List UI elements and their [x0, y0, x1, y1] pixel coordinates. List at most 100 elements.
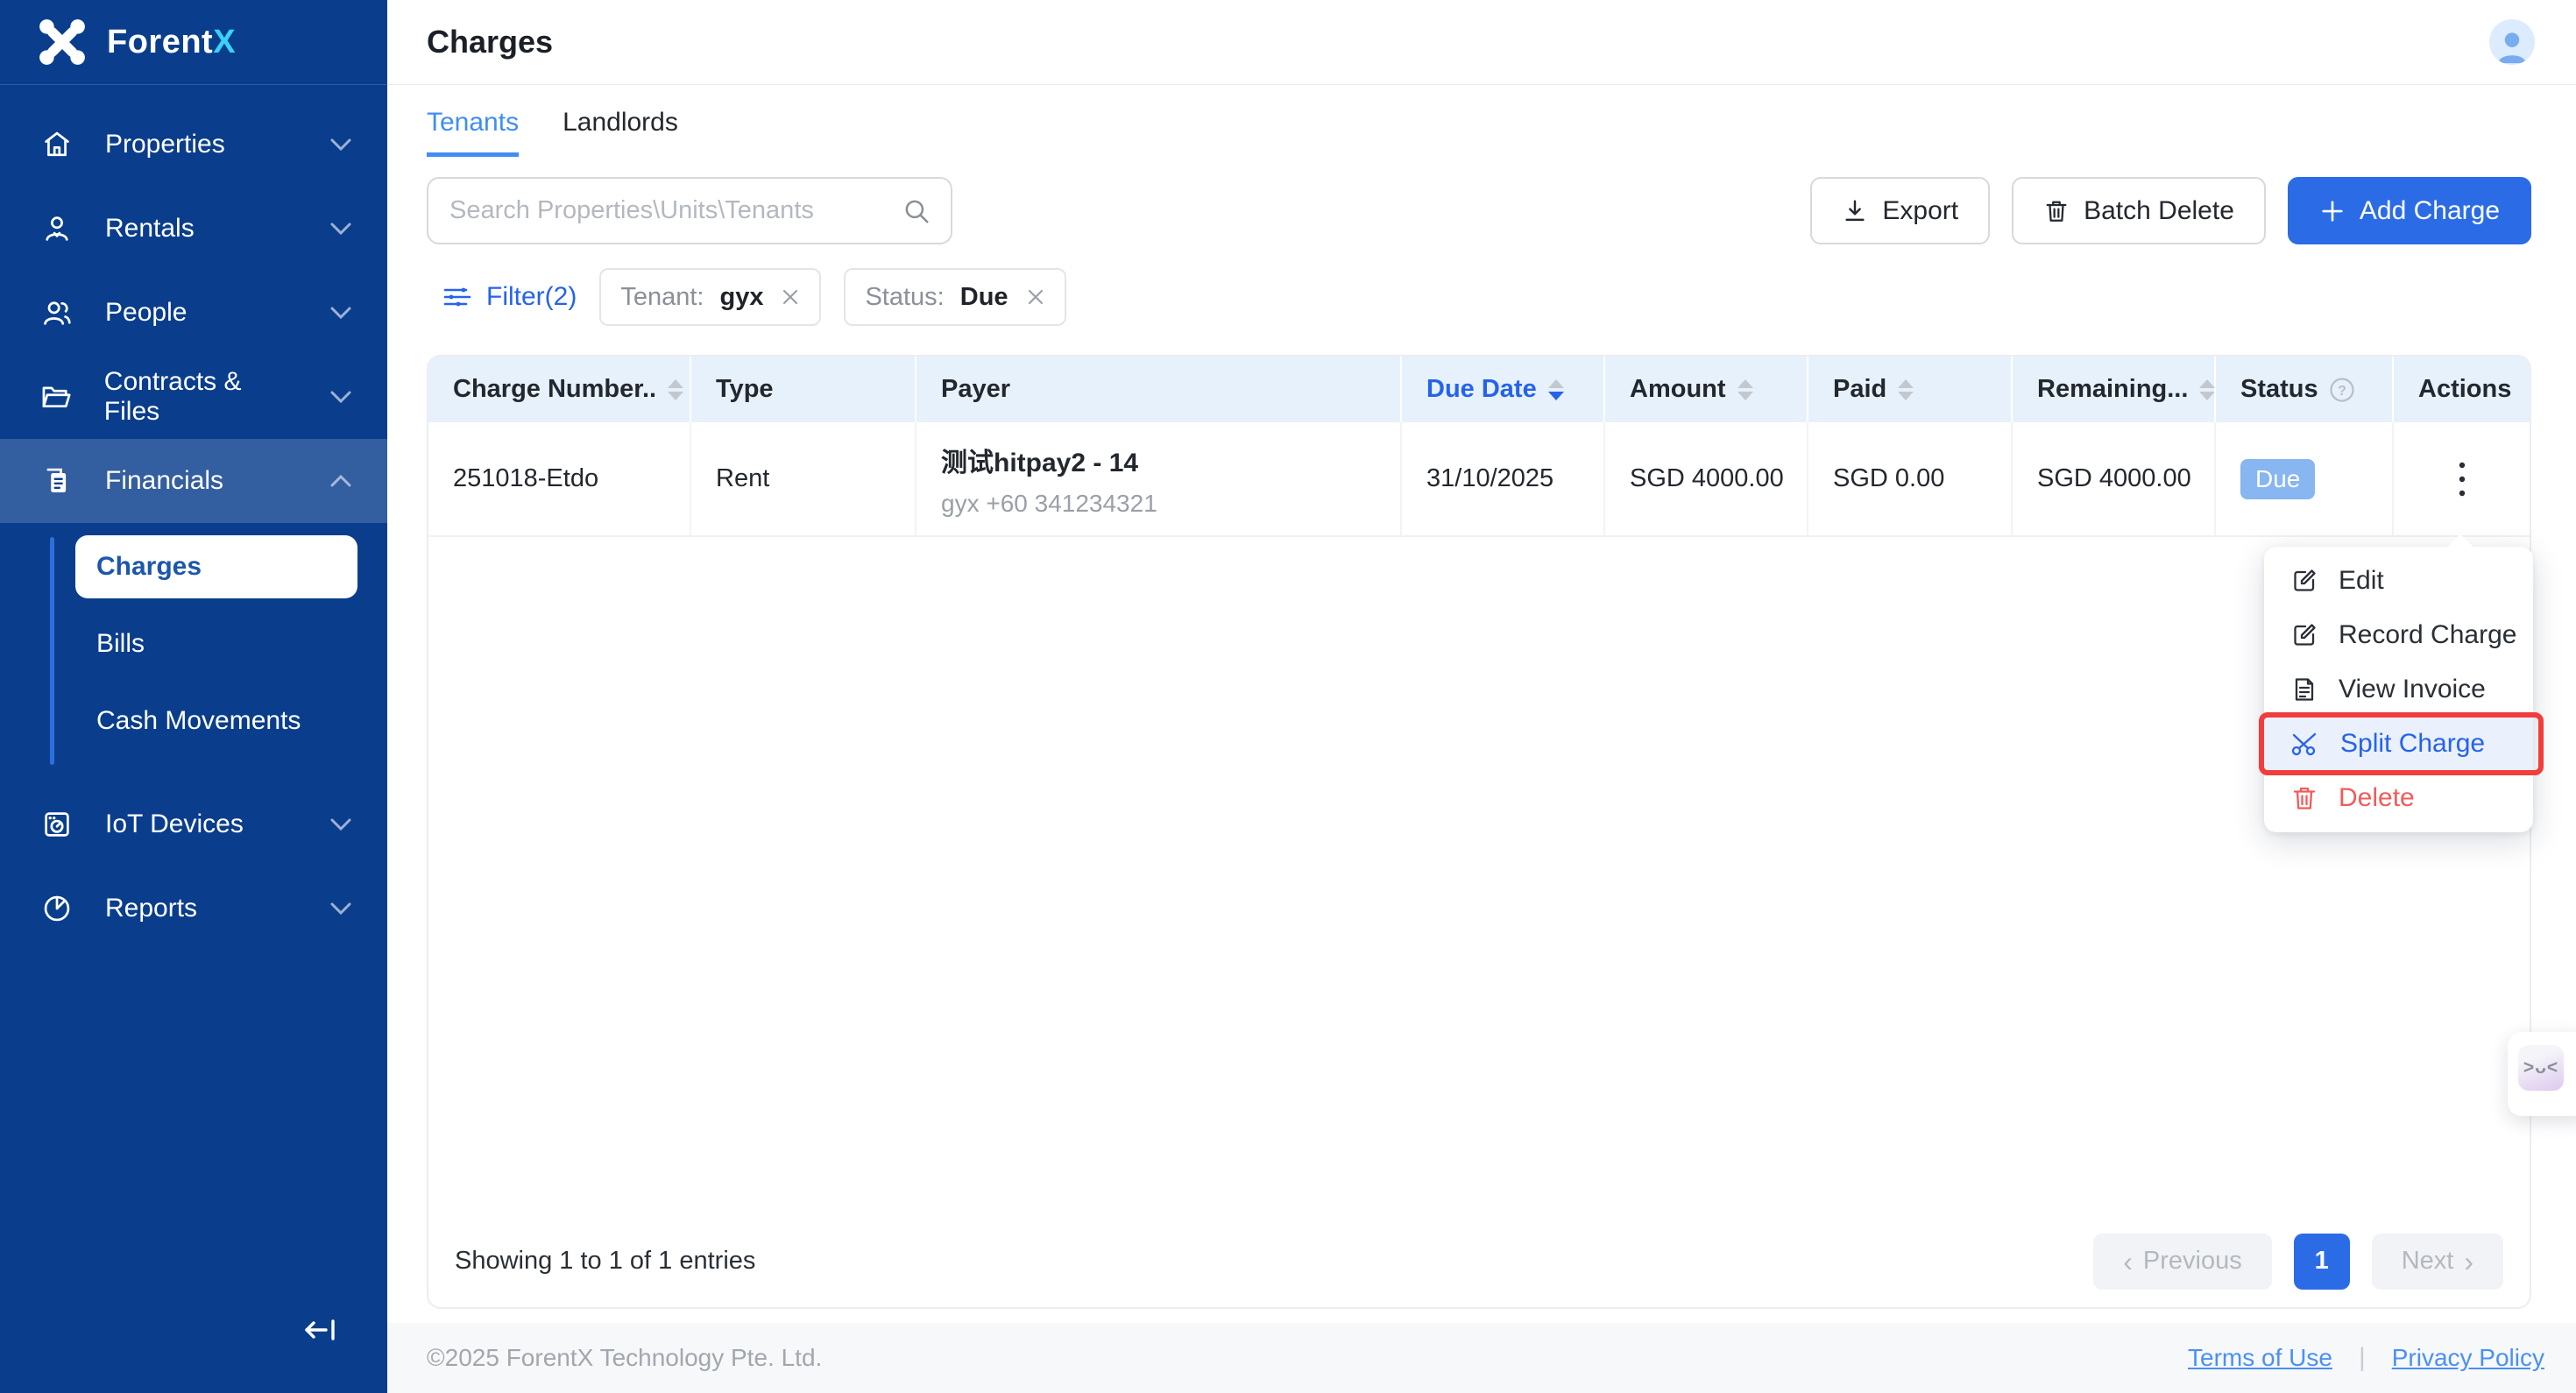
chevron-down-icon — [329, 902, 352, 916]
feedback-widget[interactable]: >ᴗ< — [2508, 1032, 2576, 1116]
batch-delete-label: Batch Delete — [2084, 196, 2234, 226]
cell-remaining: SGD 4000.00 — [2013, 422, 2216, 535]
column-label: Paid — [1833, 375, 1886, 404]
add-charge-button[interactable]: Add Charge — [2288, 177, 2531, 244]
submenu-item-label: Charges — [96, 552, 202, 582]
column-header-charge-number[interactable]: Charge Number.. — [428, 357, 691, 422]
filter-chip-status: Status: Due — [844, 268, 1065, 326]
column-header-due-date[interactable]: Due Date — [1402, 357, 1605, 422]
sidebar-item-label: People — [105, 298, 187, 328]
filter-button[interactable]: Filter(2) — [427, 282, 577, 312]
page-title: Charges — [427, 24, 553, 60]
chevron-down-icon — [329, 306, 352, 320]
sidebar-item-properties[interactable]: Properties — [0, 103, 387, 187]
menu-item-label: View Invoice — [2339, 675, 2486, 704]
cell-due-date: 31/10/2025 — [1402, 422, 1605, 535]
menu-item-label: Edit — [2339, 566, 2384, 596]
sort-icon — [668, 379, 683, 400]
pie-chart-icon — [40, 893, 74, 924]
cell-charge-number: 251018-Etdo — [428, 422, 691, 535]
footer-links: Terms of Use | Privacy Policy — [2188, 1343, 2544, 1373]
sidebar-item-label: Reports — [105, 894, 197, 923]
sidebar-item-reports[interactable]: Reports — [0, 866, 387, 951]
chip-name: Tenant: — [620, 283, 704, 312]
menu-item-delete[interactable]: Delete — [2264, 771, 2533, 825]
column-label: Status — [2240, 375, 2318, 404]
batch-delete-button[interactable]: Batch Delete — [2012, 177, 2266, 244]
add-charge-label: Add Charge — [2360, 196, 2500, 226]
submenu-item-cash-movements[interactable]: Cash Movements — [75, 689, 357, 753]
tab-tenants[interactable]: Tenants — [427, 108, 519, 157]
tab-landlords[interactable]: Landlords — [563, 108, 678, 157]
help-icon[interactable]: ? — [2329, 377, 2355, 403]
sidebar-collapse-button[interactable] — [289, 1304, 352, 1356]
column-label: Remaining... — [2037, 375, 2188, 404]
privacy-policy-link[interactable]: Privacy Policy — [2392, 1344, 2544, 1372]
close-icon[interactable] — [781, 287, 800, 307]
menu-item-edit[interactable]: Edit — [2264, 554, 2533, 608]
copyright-text: ©2025 ForentX Technology Pte. Ltd. — [427, 1344, 822, 1372]
footer-divider: | — [2359, 1343, 2366, 1373]
filter-chip-tenant: Tenant: gyx — [599, 268, 821, 326]
submenu-item-charges[interactable]: Charges — [75, 535, 357, 598]
sort-icon-active-desc — [1548, 379, 1564, 400]
top-bar: Charges — [387, 0, 2576, 85]
collapse-arrow-icon — [301, 1314, 340, 1346]
export-button[interactable]: Export — [1810, 177, 1990, 244]
brand-logo[interactable]: ForentX — [0, 0, 387, 85]
edit-icon — [2290, 621, 2318, 649]
financial-document-icon — [40, 465, 74, 497]
column-header-paid[interactable]: Paid — [1808, 357, 2013, 422]
user-avatar[interactable] — [2489, 19, 2535, 65]
column-header-type: Type — [691, 357, 916, 422]
cell-type: Rent — [691, 422, 916, 535]
sidebar-item-label: Properties — [105, 130, 225, 159]
iot-device-icon — [40, 809, 74, 840]
search-input[interactable] — [427, 177, 952, 244]
column-label: Amount — [1630, 375, 1726, 404]
submenu-item-bills[interactable]: Bills — [75, 612, 357, 675]
sidebar-item-financials[interactable]: Financials — [0, 439, 387, 523]
brand-name: ForentX — [107, 24, 236, 61]
search-box — [427, 177, 952, 244]
sidebar-item-contracts-files[interactable]: Contracts & Files — [0, 355, 387, 439]
page-1-button[interactable]: 1 — [2294, 1234, 2350, 1290]
main-area: Charges Tenants Landlords — [387, 0, 2576, 1393]
column-header-amount[interactable]: Amount — [1605, 357, 1808, 422]
forentx-logo-icon — [37, 17, 88, 67]
cell-payer: 测试hitpay2 - 14 gyx +60 341234321 — [916, 422, 1402, 535]
sidebar-item-iot-devices[interactable]: IoT Devices — [0, 782, 387, 866]
app-root: ForentX Properties — [0, 0, 2576, 1393]
sidebar-item-label: Rentals — [105, 214, 195, 244]
menu-item-label: Record Charge — [2339, 620, 2516, 650]
previous-label: Previous — [2143, 1247, 2242, 1276]
cell-paid: SGD 0.00 — [1808, 422, 2013, 535]
cell-status: Due — [2216, 422, 2394, 535]
close-icon[interactable] — [1026, 287, 1045, 307]
home-icon — [40, 129, 74, 160]
menu-item-view-invoice[interactable]: View Invoice — [2264, 662, 2533, 717]
column-label: Due Date — [1426, 375, 1537, 404]
brand-accent: X — [213, 24, 236, 60]
row-actions-menu-button[interactable] — [2439, 456, 2485, 502]
feedback-face-icon: >ᴗ< — [2518, 1045, 2564, 1091]
sidebar-item-rentals[interactable]: Rentals — [0, 187, 387, 271]
sort-icon — [1898, 379, 1914, 400]
status-badge: Due — [2240, 459, 2315, 499]
sort-icon — [1737, 379, 1753, 400]
chevron-down-icon — [329, 817, 352, 831]
export-label: Export — [1882, 196, 1958, 226]
chevron-down-icon — [329, 390, 352, 404]
row-actions-context-menu: Edit Record Charge View Invoice — [2264, 547, 2533, 832]
column-header-status: Status ? — [2216, 357, 2394, 422]
submenu-item-label: Bills — [96, 629, 145, 659]
previous-page-button[interactable]: ‹ Previous — [2093, 1234, 2271, 1290]
sidebar-item-people[interactable]: People — [0, 271, 387, 355]
terms-of-use-link[interactable]: Terms of Use — [2188, 1344, 2332, 1372]
chevron-up-icon — [329, 474, 352, 488]
menu-item-split-charge[interactable]: Split Charge — [2264, 717, 2533, 771]
next-page-button[interactable]: Next › — [2372, 1234, 2503, 1290]
column-header-remaining[interactable]: Remaining... — [2013, 357, 2216, 422]
menu-item-record-charge[interactable]: Record Charge — [2264, 608, 2533, 662]
tab-bar: Tenants Landlords — [427, 108, 2531, 157]
